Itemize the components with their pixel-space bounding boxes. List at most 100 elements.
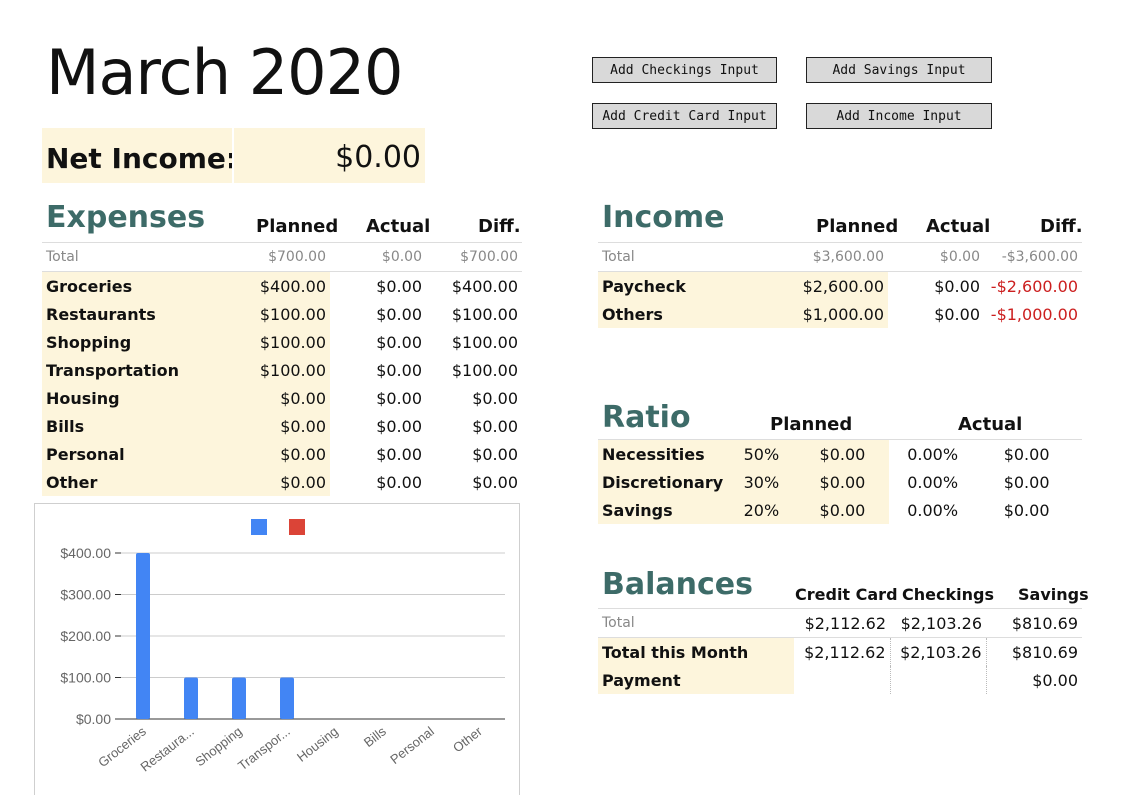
cell: $0.00 bbox=[934, 276, 980, 296]
net-income-label: Net Income: bbox=[46, 142, 238, 175]
cell[interactable]: $100.00 bbox=[227, 300, 330, 328]
table-row: Total $2,112.62 $2,103.26 $810.69 bbox=[598, 608, 1082, 638]
cell[interactable]: Personal bbox=[42, 440, 227, 468]
cell: $400.00 bbox=[451, 276, 518, 296]
cell[interactable]: Bills bbox=[42, 412, 227, 440]
income-title: Income bbox=[602, 200, 725, 235]
cell: $0.00 bbox=[472, 444, 518, 464]
cell: -$2,600.00 bbox=[990, 276, 1078, 296]
table-row: Necessities 50% $0.00 0.00% $0.00 bbox=[598, 439, 1082, 468]
cell: $0.00 bbox=[888, 242, 984, 272]
cell[interactable]: $400.00 bbox=[227, 271, 330, 300]
y-tick-label: $200.00 bbox=[60, 628, 111, 644]
cell: $700.00 bbox=[227, 242, 330, 272]
legend-swatch bbox=[289, 519, 305, 535]
table-row: Personal $0.00 $0.00 $0.00 bbox=[42, 440, 522, 468]
cell: Savings bbox=[598, 496, 728, 524]
x-tick-label: Restaura... bbox=[137, 724, 196, 775]
balances-header-savings: Savings bbox=[1018, 585, 1089, 604]
cell[interactable]: $0.00 bbox=[227, 412, 330, 440]
cell: $0.00 bbox=[472, 416, 518, 436]
cell: $0.00 bbox=[376, 388, 422, 408]
cell: $2,112.62 bbox=[794, 608, 890, 638]
cell: $0.00 bbox=[1003, 500, 1050, 520]
cell: $0.00 bbox=[795, 439, 890, 468]
cell: $100.00 bbox=[451, 304, 518, 324]
table-row: Shopping $100.00 $0.00 $100.00 bbox=[42, 328, 522, 356]
add-checkings-input-button[interactable]: Add Checkings Input bbox=[592, 57, 777, 83]
y-tick-label: $100.00 bbox=[60, 670, 111, 686]
cell[interactable]: $0.00 bbox=[227, 384, 330, 412]
expenses-header-diff: Diff. bbox=[478, 216, 521, 237]
cell: Necessities bbox=[598, 439, 728, 468]
cell[interactable]: $0.00 bbox=[227, 440, 330, 468]
cell[interactable]: Transportation bbox=[42, 356, 227, 384]
cell: $0.00 bbox=[376, 276, 422, 296]
cell[interactable]: $0.00 bbox=[227, 468, 330, 496]
table-row: Total $3,600.00 $0.00 -$3,600.00 bbox=[598, 242, 1082, 272]
cell[interactable]: 20% bbox=[727, 496, 796, 524]
ratio-header-planned: Planned bbox=[770, 414, 853, 435]
net-income-box: Net Income: $0.00 bbox=[42, 128, 425, 183]
cell[interactable]: 30% bbox=[727, 468, 796, 496]
y-tick-label: $300.00 bbox=[60, 587, 111, 603]
table-row: Total $700.00 $0.00 $700.00 bbox=[42, 242, 522, 272]
cell[interactable]: Shopping bbox=[42, 328, 227, 356]
ratio-title: Ratio bbox=[602, 400, 691, 435]
cell: $100.00 bbox=[451, 360, 518, 380]
cell: $2,112.62 bbox=[794, 637, 891, 666]
table-row: Transportation $100.00 $0.00 $100.00 bbox=[42, 356, 522, 384]
cell: $0.00 bbox=[472, 388, 518, 408]
cell: $0.00 bbox=[1003, 444, 1050, 464]
add-credit-card-input-button[interactable]: Add Credit Card Input bbox=[592, 103, 777, 129]
add-income-input-button[interactable]: Add Income Input bbox=[806, 103, 992, 129]
cell: 0.00% bbox=[907, 444, 959, 464]
cell[interactable]: Others bbox=[598, 300, 788, 328]
balances-title: Balances bbox=[602, 567, 753, 602]
cell[interactable]: Groceries bbox=[42, 271, 227, 300]
cell: $0.00 bbox=[934, 304, 980, 324]
cell: $0.00 bbox=[1032, 670, 1078, 690]
legend-swatch bbox=[251, 519, 267, 535]
cell: Payment bbox=[598, 666, 794, 694]
cell: $700.00 bbox=[426, 242, 522, 272]
table-row: Housing $0.00 $0.00 $0.00 bbox=[42, 384, 522, 412]
table-row: Paycheck $2,600.00 $0.00 -$2,600.00 bbox=[598, 271, 1082, 300]
cell: $0.00 bbox=[376, 472, 422, 492]
cell[interactable]: $1,000.00 bbox=[788, 300, 888, 328]
cell[interactable]: Housing bbox=[42, 384, 227, 412]
cell: $0.00 bbox=[376, 304, 422, 324]
net-income-value: $0.00 bbox=[335, 140, 421, 175]
cell: $0.00 bbox=[376, 332, 422, 352]
chart-canvas: $0.00$100.00$200.00$300.00$400.00Groceri… bbox=[60, 519, 505, 775]
add-savings-input-button[interactable]: Add Savings Input bbox=[806, 57, 992, 83]
y-tick-label: $0.00 bbox=[76, 711, 111, 727]
ratio-header-actual: Actual bbox=[958, 414, 1023, 435]
cell: $0.00 bbox=[330, 242, 426, 272]
income-header-planned: Planned bbox=[816, 216, 899, 237]
cell: Discretionary bbox=[598, 468, 728, 496]
cell[interactable]: 50% bbox=[727, 439, 796, 468]
balances-header-credit-card: Credit Card bbox=[795, 585, 898, 604]
bar bbox=[184, 677, 198, 719]
cell: $0.00 bbox=[376, 416, 422, 436]
cell: $0.00 bbox=[1003, 472, 1050, 492]
cell: $3,600.00 bbox=[788, 242, 888, 272]
cell: $0.00 bbox=[376, 360, 422, 380]
cell bbox=[890, 666, 987, 694]
cell[interactable]: Restaurants bbox=[42, 300, 227, 328]
cell: $0.00 bbox=[376, 444, 422, 464]
expenses-title: Expenses bbox=[46, 200, 206, 235]
cell: Total bbox=[42, 242, 227, 272]
cell[interactable]: Other bbox=[42, 468, 227, 496]
cell: Total this Month bbox=[598, 637, 794, 666]
cell: Total bbox=[598, 242, 788, 272]
table-row: Restaurants $100.00 $0.00 $100.00 bbox=[42, 300, 522, 328]
cell: $0.00 bbox=[472, 472, 518, 492]
cell[interactable]: $2,600.00 bbox=[788, 271, 888, 300]
expenses-chart: $0.00 $100.00 $200.00 $300.00 $400.00 Groceri… bbox=[34, 503, 520, 795]
cell[interactable]: Paycheck bbox=[598, 271, 788, 300]
cell[interactable]: $100.00 bbox=[227, 356, 330, 384]
table-row: Other $0.00 $0.00 $0.00 bbox=[42, 468, 522, 496]
cell[interactable]: $100.00 bbox=[227, 328, 330, 356]
